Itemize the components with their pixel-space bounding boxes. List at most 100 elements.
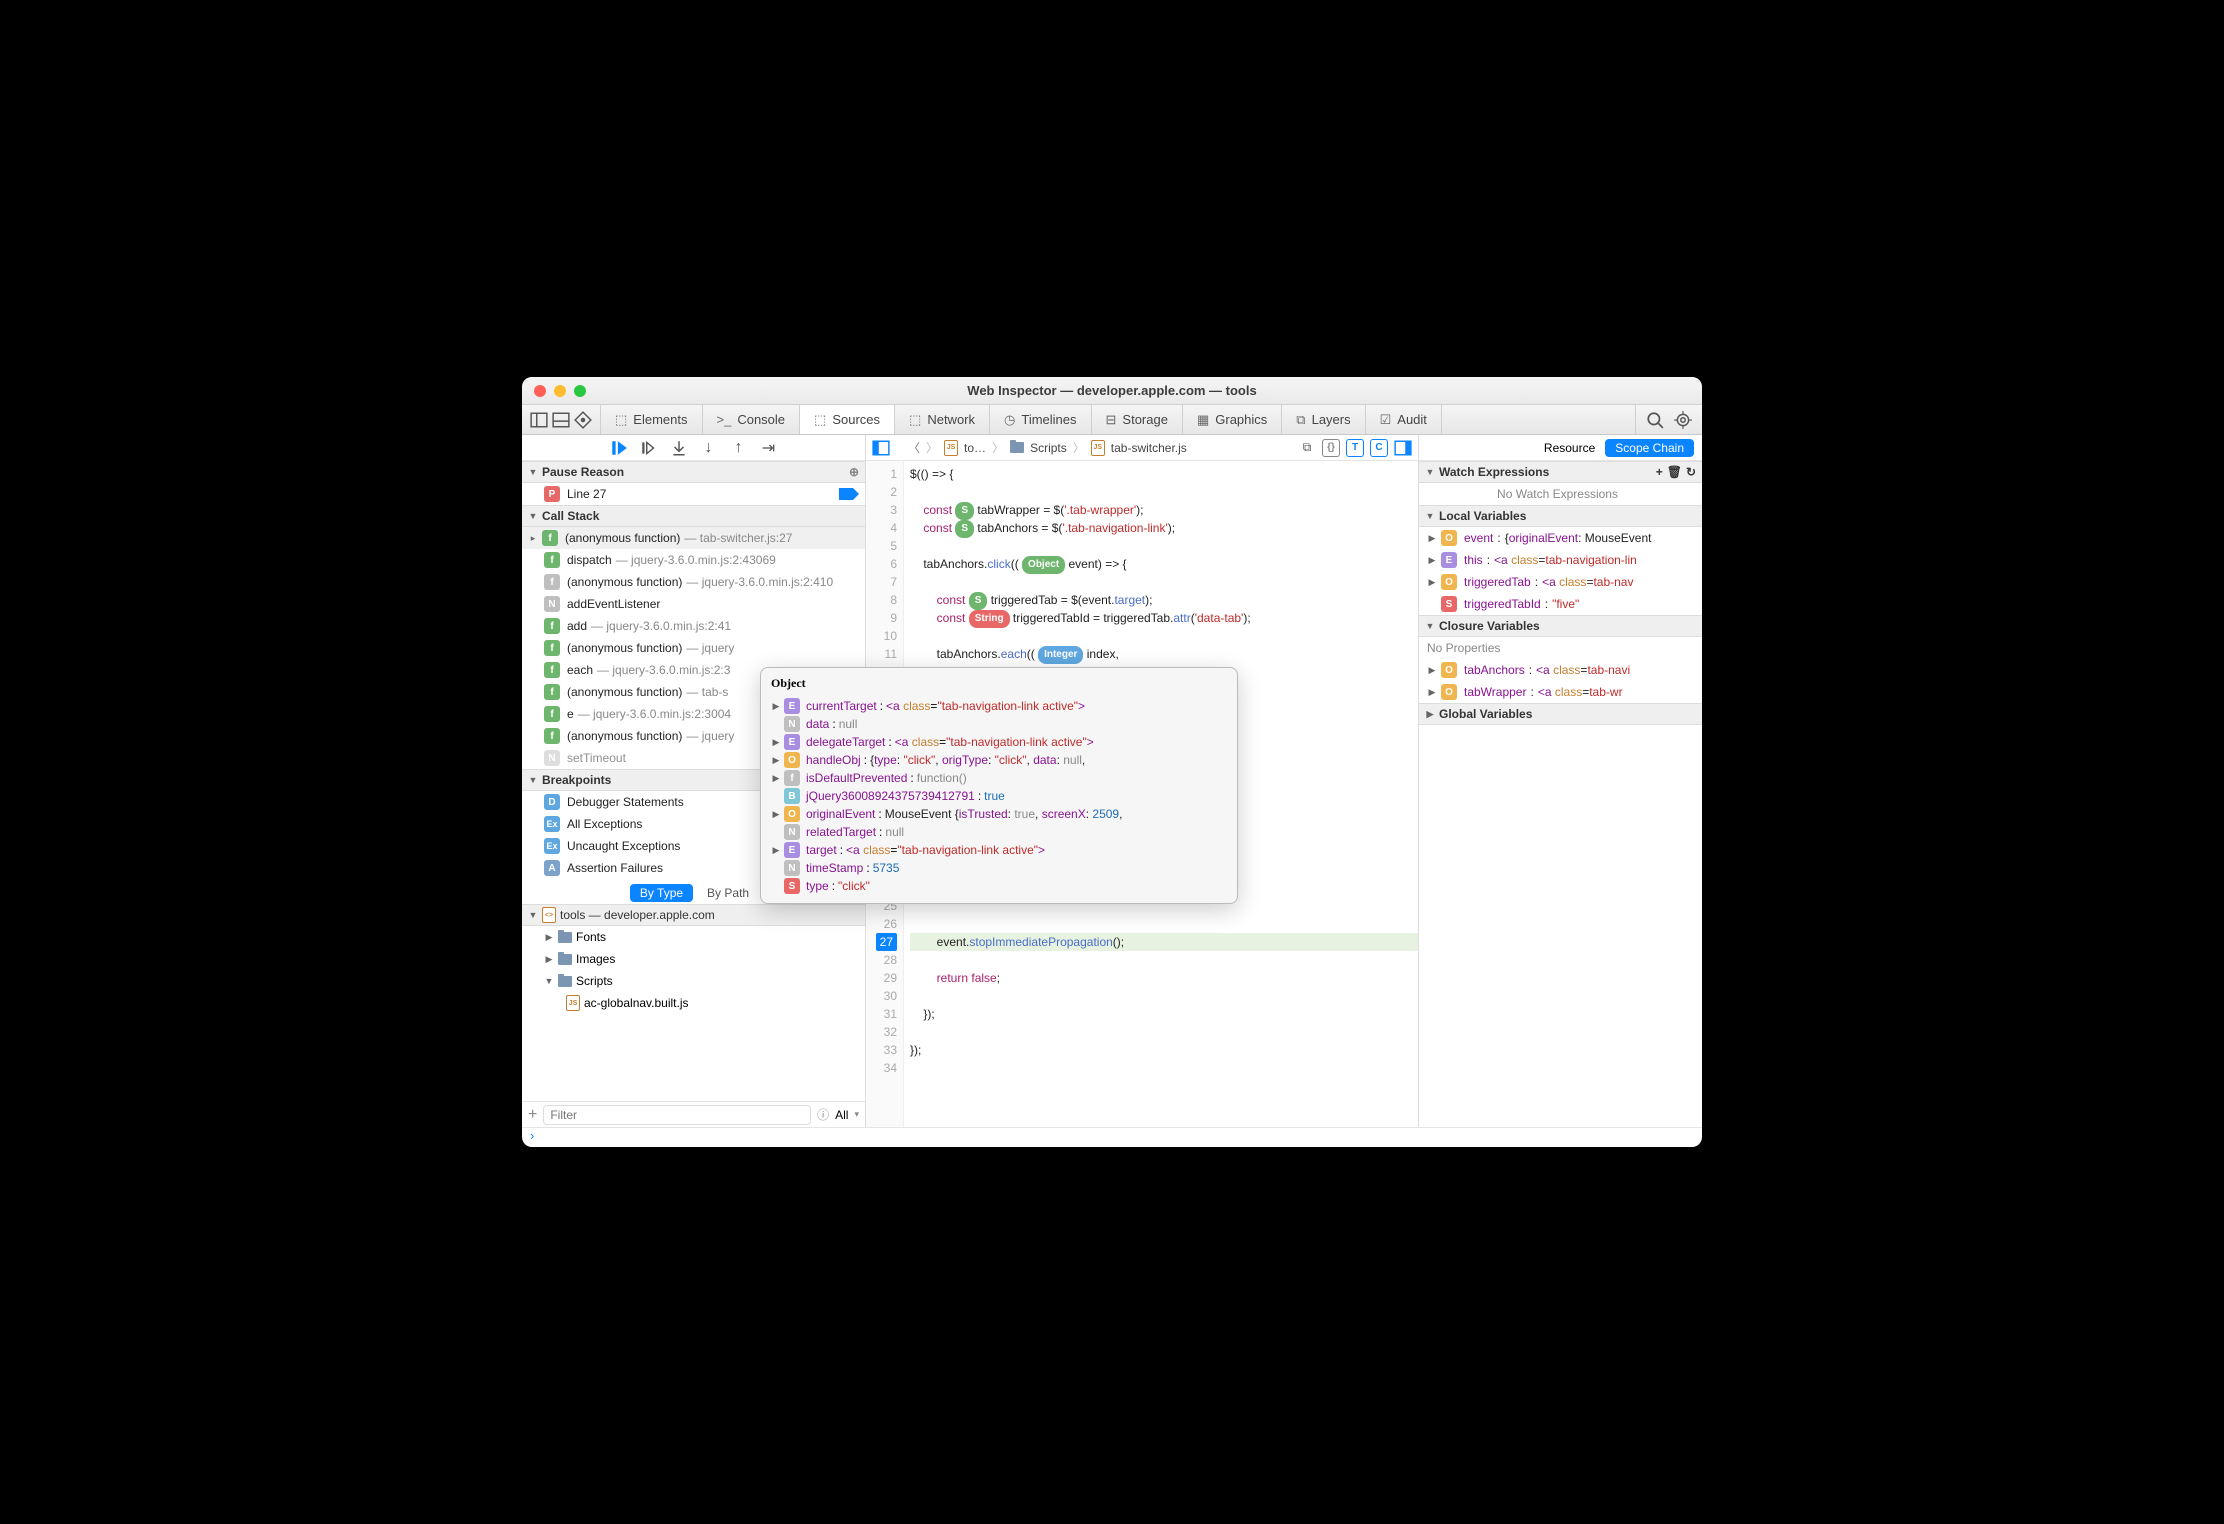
close-button[interactable] [534,385,546,397]
line-number[interactable]: 10 [866,627,897,645]
tab-layers[interactable]: ⧉Layers [1282,405,1365,434]
copy-icon[interactable]: ⧉ [1298,439,1316,457]
callstack-frame[interactable]: ▸f(anonymous function) — tab-switcher.js… [522,527,865,549]
filter-all[interactable]: All [835,1108,848,1122]
line-number[interactable]: 31 [866,1005,897,1023]
panel-toggle-left-icon[interactable] [872,439,890,457]
pause-reason-header[interactable]: ▼Pause Reason ⊕ [522,461,865,483]
chevron-down-icon[interactable]: ▾ [854,1109,859,1120]
line-number[interactable]: 28 [866,951,897,969]
disclosure-icon[interactable]: ▶ [771,701,781,712]
scope-variable[interactable]: ▶Ethis: <a class=tab-navigation-lin [1419,549,1702,571]
line-number[interactable]: 8 [866,591,897,609]
refresh-icon[interactable]: ↻ [1686,465,1696,479]
tree-file[interactable]: JSac-globalnav.built.js [522,992,865,1014]
dock-bottom-icon[interactable] [552,411,570,429]
nav-forward-icon[interactable]: 〉 [926,439,938,456]
warning-icon[interactable]: ⓘ [817,1106,829,1123]
line-number[interactable]: 2 [866,483,897,501]
step-out-icon[interactable]: ↑ [730,439,748,457]
line-number[interactable]: 7 [866,573,897,591]
popover-property[interactable]: ▶EdelegateTarget: <a class="tab-navigati… [761,733,1237,751]
by-path-button[interactable]: By Path [699,884,757,902]
tree-header[interactable]: ▼ <> tools — developer.apple.com [522,904,865,926]
disclosure-icon[interactable]: ▶ [771,755,781,766]
call-stack-header[interactable]: ▼Call Stack [522,505,865,527]
tab-network[interactable]: ⬚Network [895,405,990,434]
crumb[interactable]: Scripts [1030,441,1067,455]
line-number[interactable]: 4 [866,519,897,537]
tab-console[interactable]: >_Console [703,405,801,434]
disclosure-icon[interactable]: ▶ [1427,555,1437,566]
popover-property[interactable]: ▶Etarget: <a class="tab-navigation-link … [761,841,1237,859]
disclosure-icon[interactable]: ▶ [771,773,781,784]
line-number[interactable]: 30 [866,987,897,1005]
t-box-icon[interactable]: T [1346,439,1364,457]
callstack-frame[interactable]: fadd — jquery-3.6.0.min.js:2:41 [522,615,865,637]
popover-property[interactable]: ▶OoriginalEvent: MouseEvent {isTrusted: … [761,805,1237,823]
line-number[interactable]: 27 [866,933,897,951]
line-number[interactable]: 34 [866,1059,897,1077]
callstack-frame[interactable]: f(anonymous function) — jquery [522,637,865,659]
line-number[interactable]: 9 [866,609,897,627]
tab-storage[interactable]: ⊟Storage [1092,405,1183,434]
crumb[interactable]: to… [964,441,986,455]
crumb[interactable]: tab-switcher.js [1111,441,1187,455]
settings-gear-icon[interactable] [1674,411,1692,429]
watch-header[interactable]: ▼Watch Expressions + 🗑 ↻ [1419,461,1702,483]
tab-audit[interactable]: ☑Audit [1366,405,1442,434]
line-number[interactable]: 1 [866,465,897,483]
step-down-icon[interactable]: ↓ [700,439,718,457]
step-next-icon[interactable]: ⇥ [760,439,778,457]
line-number[interactable]: 6 [866,555,897,573]
popover-property[interactable]: Stype: "click" [761,877,1237,895]
console-prompt[interactable]: › [522,1127,1702,1147]
c-box-icon[interactable]: C [1370,439,1388,457]
local-vars-header[interactable]: ▼Local Variables [1419,505,1702,527]
minimize-button[interactable] [554,385,566,397]
tree-folder[interactable]: ▶Images [522,948,865,970]
callstack-frame[interactable]: fdispatch — jquery-3.6.0.min.js:2:43069 [522,549,865,571]
add-icon[interactable]: + [528,1106,537,1124]
disclosure-icon[interactable]: ▶ [771,809,781,820]
scope-variable[interactable]: ▶Oevent: {originalEvent: MouseEvent [1419,527,1702,549]
closure-vars-header[interactable]: ▼Closure Variables [1419,615,1702,637]
resource-tab[interactable]: Resource [1544,441,1595,455]
popover-property[interactable]: ▶OhandleObj: {type: "click", origType: "… [761,751,1237,769]
step-in-icon[interactable] [670,439,688,457]
callstack-frame[interactable]: NaddEventListener [522,593,865,615]
popover-property[interactable]: ▶fisDefaultPrevented: function() [761,769,1237,787]
callstack-frame[interactable]: f(anonymous function) — jquery-3.6.0.min… [522,571,865,593]
line-number[interactable]: 29 [866,969,897,987]
disclosure-icon[interactable]: ▶ [771,737,781,748]
line-number[interactable]: 11 [866,645,897,663]
tree-folder[interactable]: ▶Fonts [522,926,865,948]
popover-property[interactable]: Ndata: null [761,715,1237,733]
line-number[interactable]: 3 [866,501,897,519]
disclosure-icon[interactable]: ▶ [771,845,781,856]
tree-folder[interactable]: ▼Scripts [522,970,865,992]
maximize-button[interactable] [574,385,586,397]
tab-timelines[interactable]: ◷Timelines [990,405,1092,434]
tab-elements[interactable]: ⬚Elements [601,405,703,434]
panel-toggle-right-icon[interactable] [1394,439,1412,457]
scope-variable[interactable]: StriggeredTabId: "five" [1419,593,1702,615]
filter-input[interactable] [543,1105,811,1125]
add-icon[interactable]: ⊕ [849,465,859,479]
line-number[interactable]: 5 [866,537,897,555]
line-number[interactable]: 32 [866,1023,897,1041]
tab-graphics[interactable]: ▦Graphics [1183,405,1282,434]
scope-variable[interactable]: ▶OtriggeredTab: <a class=tab-nav [1419,571,1702,593]
pause-reason-row[interactable]: P Line 27 [522,483,865,505]
dock-side-icon[interactable] [530,411,548,429]
braces-icon[interactable]: {} [1322,439,1340,457]
disclosure-icon[interactable]: ▶ [1427,665,1437,676]
popover-property[interactable]: NrelatedTarget: null [761,823,1237,841]
step-over-icon[interactable] [640,439,658,457]
resume-icon[interactable] [610,439,628,457]
scope-variable[interactable]: ▶OtabAnchors: <a class=tab-navi [1419,659,1702,681]
line-number[interactable]: 33 [866,1041,897,1059]
popover-property[interactable]: NtimeStamp: 5735 [761,859,1237,877]
add-icon[interactable]: + [1656,465,1663,479]
scope-variable[interactable]: ▶OtabWrapper: <a class=tab-wr [1419,681,1702,703]
